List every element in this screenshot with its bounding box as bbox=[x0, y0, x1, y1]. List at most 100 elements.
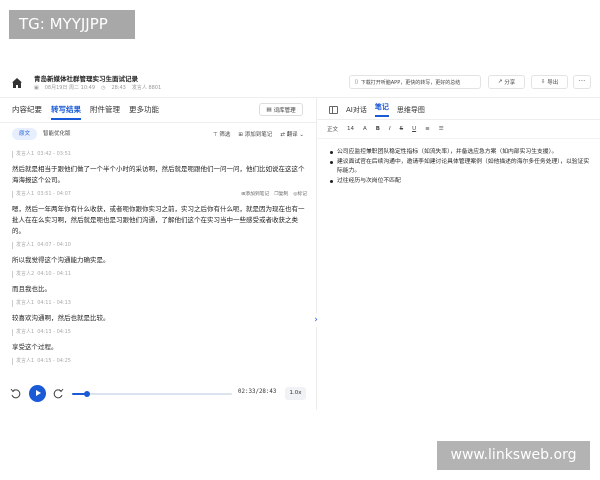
speaker-line: 发言人1 03:51 - 04:07 ⊞添加到笔记 ❐复制 ◎标记 bbox=[12, 190, 307, 204]
timestamp: 04:07 - 04:10 bbox=[37, 242, 71, 248]
utterance-text: 较喜欢沟通啊，然后也就是比较。 bbox=[12, 314, 110, 322]
translate-button[interactable]: ⇄ 翻译 ⌄ bbox=[280, 130, 304, 138]
rewind-icon[interactable] bbox=[10, 388, 22, 400]
tab-more-functions[interactable]: 更多功能 bbox=[129, 104, 159, 120]
transcript-list: 发言人1 03:42 - 03:51 然后就是相当于跟他们做了一个半个小时的采访啊… bbox=[6, 150, 312, 371]
chevron-down-icon: ⌄ bbox=[299, 132, 304, 138]
entry-add-to-notes[interactable]: ⊞添加到笔记 bbox=[241, 190, 269, 199]
filter-button[interactable]: ⊤ 筛选 bbox=[213, 130, 231, 138]
playback-time: 02:33/28:43 bbox=[238, 389, 277, 395]
sidebar-toggle-icon[interactable] bbox=[329, 105, 338, 114]
transcript-entry[interactable]: 发言人1 03:42 - 03:51 然后就是相当于跟他们做了一个半个小时的采访啊… bbox=[12, 150, 307, 186]
utterance-text: 而且我也比。 bbox=[12, 285, 51, 293]
more-options-button[interactable]: ··· bbox=[573, 75, 591, 89]
note-bullet: 建议面试官在后续沟通中，邀请李如建讨论具体管理案例（如他描述的海尔多任务处理），… bbox=[329, 158, 594, 176]
notes-editor[interactable]: 公司应监控兼职团队稳定性指标（如流失率），并备选应急方案（如内部实习生支援）。 … bbox=[329, 148, 594, 187]
font-size-select[interactable]: 14 bbox=[347, 126, 354, 132]
home-icon[interactable] bbox=[11, 77, 23, 89]
italic-icon[interactable]: I bbox=[389, 126, 391, 132]
bold-icon[interactable]: B bbox=[376, 126, 380, 132]
record-meta: ▣ 08月19日 周二 10:49 ◷ 28:43 发言人 8801 bbox=[34, 84, 162, 92]
speaker-count: 发言人 8801 bbox=[131, 85, 162, 91]
paragraph-style-select[interactable]: 正文 bbox=[327, 125, 338, 133]
transcript-entry[interactable]: 发言人1 04:11 - 04:13 较喜欢沟通啊，然后也就是比较。 bbox=[12, 299, 307, 324]
tab-notes[interactable]: 笔记 bbox=[374, 102, 389, 117]
filter-label: 筛选 bbox=[219, 132, 231, 138]
font-color-icon[interactable]: A bbox=[363, 126, 367, 132]
playback-speed-button[interactable]: 1.0x bbox=[285, 387, 306, 400]
speaker-name: 发言人1 bbox=[16, 191, 35, 197]
translate-label: 翻译 bbox=[286, 132, 298, 138]
share-button[interactable]: ↗ 分享 bbox=[488, 75, 525, 89]
export-label: 导出 bbox=[547, 80, 559, 86]
transcript-entry[interactable]: 发言人2 04:10 - 04:11 而且我也比。 bbox=[12, 270, 307, 295]
format-toolbar: 正文 14 A B I S U ≡ ☰ bbox=[327, 125, 444, 133]
promo-text: 下载打开听脑APP，更快的转写，更好的总结 bbox=[360, 79, 461, 86]
transcript-entry[interactable]: 发言人1 04:07 - 04:10 所以我觉得这个沟通能力确实是。 bbox=[12, 241, 307, 266]
entry-mark[interactable]: ◎标记 bbox=[293, 190, 307, 199]
entry-copy[interactable]: ❐复制 bbox=[274, 190, 288, 199]
tab-attachments[interactable]: 附件管理 bbox=[90, 104, 120, 120]
calendar-icon: ▣ bbox=[34, 84, 39, 91]
tab-transcript[interactable]: 转写结果 bbox=[51, 104, 81, 120]
screenshot: TG: MYYJJPP 青岛新媒体社群管理实习生面试记录 ▣ 08月19日 周二… bbox=[0, 0, 600, 480]
clock-icon: ◷ bbox=[101, 84, 106, 91]
transcript-panel: 内容纪要 转写结果 附件管理 更多功能 ▤ 词库管理 原文 智能优化版 ⊤ 筛选… bbox=[0, 98, 316, 410]
top-header: 青岛新媒体社群管理实习生面试记录 ▣ 08月19日 周二 10:49 ◷ 28:… bbox=[0, 70, 600, 98]
entry-mark-label: 标记 bbox=[297, 192, 307, 197]
speaker-name: 发言人2 bbox=[16, 271, 35, 277]
speaker-name: 发言人1 bbox=[16, 329, 35, 335]
ordered-list-icon[interactable]: ≡ bbox=[425, 126, 430, 132]
speaker-line: 发言人1 04:07 - 04:10 bbox=[12, 241, 307, 255]
speaker-line: 发言人1 04:15 - 04:25 bbox=[12, 357, 307, 371]
entry-copy-label: 复制 bbox=[278, 192, 289, 197]
note-icon: ⊞ bbox=[238, 132, 243, 138]
speaker-line: 发言人1 04:13 - 04:15 bbox=[12, 328, 307, 342]
share-label: 分享 bbox=[504, 80, 516, 86]
underline-icon[interactable]: U bbox=[412, 126, 416, 132]
app-download-promo[interactable]: ▯ 下载打开听脑APP，更快的转写，更好的总结 bbox=[349, 75, 481, 89]
speaker-line: 发言人1 03:42 - 03:51 bbox=[12, 150, 307, 164]
note-bullet: 公司应监控兼职团队稳定性指标（如流失率），并备选应急方案（如内部实习生支援）。 bbox=[329, 148, 594, 157]
forward-icon[interactable] bbox=[52, 388, 64, 400]
note-bullet: 过往经历与次岗位不匹配 bbox=[329, 177, 594, 186]
progress-knob[interactable] bbox=[83, 391, 90, 397]
timestamp: 04:15 - 04:25 bbox=[37, 358, 71, 364]
original-text-toggle[interactable]: 原文 bbox=[12, 128, 37, 140]
left-tabs: 内容纪要 转写结果 附件管理 更多功能 bbox=[12, 104, 159, 120]
toolbar-actions: ⊤ 筛选 ⊞ 添加到笔记 ⇄ 翻译 ⌄ bbox=[213, 128, 304, 140]
timestamp: 03:51 - 04:07 bbox=[37, 191, 71, 197]
toolbar-divider bbox=[317, 138, 600, 139]
tab-summary[interactable]: 内容纪要 bbox=[12, 104, 42, 120]
tab-divider bbox=[0, 122, 316, 123]
speaker-name: 发言人1 bbox=[16, 151, 35, 157]
tab-mind-map[interactable]: 思维导图 bbox=[397, 105, 425, 115]
utterance-text: 享受这个过程。 bbox=[12, 343, 58, 351]
watermark-tag: TG: MYYJJPP bbox=[9, 10, 135, 39]
bullet-list-icon[interactable]: ☰ bbox=[439, 126, 444, 132]
timestamp: 03:42 - 03:51 bbox=[37, 151, 71, 157]
transcript-entry-selected[interactable]: 发言人1 03:51 - 04:07 ⊞添加到笔记 ❐复制 ◎标记 嗯，然后一年两… bbox=[6, 187, 312, 242]
share-icon: ↗ bbox=[497, 79, 503, 85]
tab-ai-chat[interactable]: AI对话 bbox=[346, 105, 367, 115]
entry-actions: ⊞添加到笔记 ❐复制 ◎标记 bbox=[241, 190, 307, 199]
transcript-entry[interactable]: 发言人1 04:13 - 04:15 享受这个过程。 bbox=[12, 328, 307, 353]
strikethrough-icon[interactable]: S bbox=[400, 126, 404, 132]
right-tabs: AI对话 笔记 思维导图 bbox=[329, 102, 425, 117]
play-button[interactable] bbox=[29, 385, 46, 402]
transcript-entry[interactable]: 发言人1 04:15 - 04:25 bbox=[12, 357, 307, 371]
translate-icon: ⇄ bbox=[280, 132, 285, 138]
vocabulary-label: 词库管理 bbox=[273, 107, 296, 114]
speaker-name: 发言人1 bbox=[16, 358, 35, 364]
audio-player: 02:33/28:43 1.0x bbox=[10, 384, 306, 404]
export-button[interactable]: ⇩ 导出 bbox=[531, 75, 568, 89]
add-to-notes-button[interactable]: ⊞ 添加到笔记 bbox=[238, 130, 272, 138]
speaker-line: 发言人1 04:11 - 04:13 bbox=[12, 299, 307, 313]
transcript-toolbar: 原文 智能优化版 ⊤ 筛选 ⊞ 添加到笔记 ⇄ 翻译 ⌄ bbox=[12, 128, 304, 140]
smart-optimized-toggle[interactable]: 智能优化版 bbox=[43, 128, 71, 140]
filter-icon: ⊤ bbox=[212, 132, 218, 138]
utterance-text: 所以我觉得这个沟通能力确实是。 bbox=[12, 256, 110, 264]
phone-icon: ▯ bbox=[355, 79, 358, 85]
vocabulary-button[interactable]: ▤ 词库管理 bbox=[259, 103, 303, 116]
progress-track[interactable] bbox=[72, 391, 232, 397]
